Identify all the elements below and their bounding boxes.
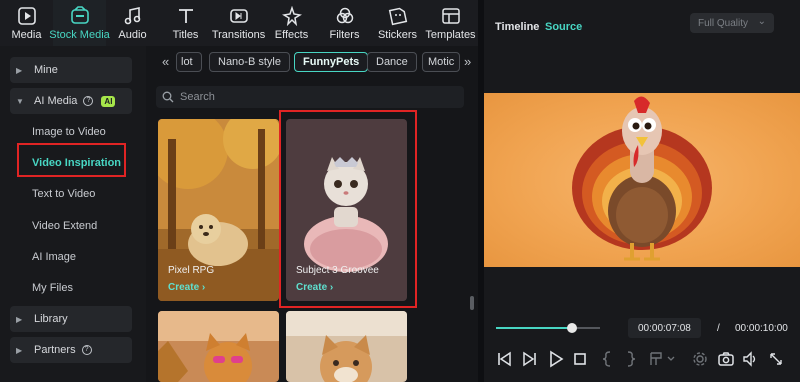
caret-down-icon: ▼ bbox=[16, 96, 24, 106]
ai-badge: AI bbox=[101, 95, 116, 107]
caret-right-icon: ▶ bbox=[16, 314, 23, 324]
previous-frame-icon[interactable] bbox=[496, 350, 512, 368]
tab-source[interactable]: Source bbox=[545, 21, 582, 33]
player-panel: Timeline Source Full Quality ⌄ 00:00:07:… bbox=[484, 0, 800, 382]
tab-stickers[interactable]: Stickers bbox=[371, 0, 424, 46]
sidebar-group-mine[interactable]: ▶ Mine bbox=[10, 57, 132, 83]
sidebar-group-library[interactable]: ▶ Library bbox=[10, 306, 132, 332]
tab-audio[interactable]: Audio bbox=[106, 0, 159, 46]
sidebar-item-ai-image[interactable]: AI Image bbox=[32, 251, 76, 263]
template-card[interactable] bbox=[158, 311, 279, 382]
snapshot-camera-icon[interactable] bbox=[718, 350, 734, 368]
fullscreen-icon[interactable] bbox=[768, 350, 784, 368]
time-separator: / bbox=[717, 322, 720, 334]
sidebar-group-partners[interactable]: ▶ Partners ? bbox=[10, 337, 132, 363]
filter-icon bbox=[336, 7, 353, 24]
quality-dropdown[interactable]: Full Quality ⌄ bbox=[690, 13, 774, 33]
sidebar-group-ai-media-label: AI Media bbox=[34, 95, 78, 107]
tab-timeline[interactable]: Timeline bbox=[495, 21, 539, 33]
chevron-down-icon: ⌄ bbox=[757, 16, 766, 27]
caret-right-icon: ▶ bbox=[16, 65, 23, 75]
chevron-down-icon[interactable] bbox=[666, 350, 676, 368]
tab-media-label: Media bbox=[11, 29, 42, 41]
help-icon[interactable]: ? bbox=[81, 345, 92, 355]
stock-media-content: « lot Nano-B style FunnyPets Dance Motic… bbox=[146, 46, 478, 382]
card-title: Pixel RPG bbox=[168, 265, 215, 276]
template-card-pixel-rpg[interactable]: Pixel RPG Create › bbox=[158, 119, 279, 301]
chevrons-right-icon[interactable]: » bbox=[464, 54, 471, 69]
preview-viewport bbox=[484, 93, 800, 267]
play-icon[interactable] bbox=[548, 350, 564, 368]
sidebar-item-video-extend[interactable]: Video Extend bbox=[32, 220, 97, 232]
settings-icon[interactable] bbox=[692, 350, 708, 368]
next-frame-icon[interactable] bbox=[522, 350, 538, 368]
media-icon bbox=[17, 7, 36, 25]
tab-audio-label: Audio bbox=[118, 29, 147, 41]
tab-transitions[interactable]: Transitions bbox=[212, 0, 265, 46]
sticker-icon bbox=[388, 7, 407, 26]
highlight-box bbox=[279, 110, 417, 308]
create-link[interactable]: Create › bbox=[168, 282, 205, 293]
tab-filters[interactable]: Filters bbox=[318, 0, 371, 46]
tab-titles[interactable]: Titles bbox=[159, 0, 212, 46]
chip-nano-b-style[interactable]: Nano-B style bbox=[209, 52, 290, 72]
scrollbar[interactable] bbox=[470, 296, 474, 310]
insert-icon[interactable] bbox=[648, 350, 664, 368]
chip-funnypets[interactable]: FunnyPets bbox=[294, 52, 369, 72]
current-time: 00:00:07:08 bbox=[628, 318, 701, 338]
stock-media-icon bbox=[70, 6, 89, 24]
stop-icon[interactable] bbox=[572, 350, 588, 368]
category-sidebar: ▶ Mine ▼ AI Media ? AI Image to Video Vi… bbox=[0, 46, 146, 382]
chip-lot[interactable]: lot bbox=[176, 52, 202, 72]
chip-dance[interactable]: Dance bbox=[367, 52, 417, 72]
mark-out-icon[interactable] bbox=[622, 350, 638, 368]
help-icon[interactable]: ? bbox=[83, 96, 94, 106]
sidebar-item-image-to-video[interactable]: Image to Video bbox=[32, 126, 106, 138]
total-time: 00:00:10:00 bbox=[735, 322, 788, 334]
tab-stock-media-label: Stock Media bbox=[49, 29, 110, 41]
playback-slider[interactable] bbox=[496, 323, 600, 333]
sidebar-group-partners-label: Partners bbox=[34, 344, 76, 356]
sidebar-group-library-label: Library bbox=[34, 313, 68, 325]
search-input[interactable]: Search bbox=[156, 86, 464, 108]
caret-right-icon: ▶ bbox=[16, 345, 23, 355]
tab-titles-label: Titles bbox=[172, 29, 199, 41]
sidebar-item-my-files[interactable]: My Files bbox=[32, 282, 73, 294]
template-icon bbox=[441, 8, 460, 24]
text-icon bbox=[178, 9, 193, 23]
category-chips: « lot Nano-B style FunnyPets Dance Motic… bbox=[146, 52, 478, 74]
tab-templates-label: Templates bbox=[425, 29, 476, 41]
volume-icon[interactable] bbox=[742, 350, 758, 368]
card-thumbnail bbox=[286, 311, 407, 382]
sidebar-group-ai-media[interactable]: ▼ AI Media ? AI bbox=[10, 88, 132, 114]
sidebar-group-mine-label: Mine bbox=[34, 64, 58, 76]
tab-effects[interactable]: Effects bbox=[265, 0, 318, 46]
media-toolbar: Media Stock Media Audio Titles Transitio… bbox=[0, 0, 478, 46]
mark-in-icon[interactable] bbox=[600, 350, 616, 368]
turkey-preview-image bbox=[572, 96, 712, 261]
tab-effects-label: Effects bbox=[274, 29, 309, 41]
sidebar-item-text-to-video[interactable]: Text to Video bbox=[32, 188, 95, 200]
quality-value: Full Quality bbox=[698, 17, 749, 29]
card-thumbnail bbox=[158, 311, 279, 382]
tab-templates[interactable]: Templates bbox=[424, 0, 477, 46]
slider-knob[interactable] bbox=[566, 323, 577, 333]
tab-filters-label: Filters bbox=[329, 29, 360, 41]
tab-transitions-label: Transitions bbox=[211, 29, 266, 41]
tab-media[interactable]: Media bbox=[0, 0, 53, 46]
tab-stock-media[interactable]: Stock Media bbox=[49, 0, 110, 46]
create-label: Create bbox=[168, 282, 200, 293]
sparkle-icon bbox=[281, 6, 302, 26]
music-note-icon bbox=[124, 7, 140, 25]
slider-fill bbox=[496, 327, 572, 329]
chevrons-left-icon[interactable]: « bbox=[162, 54, 169, 69]
tab-stickers-label: Stickers bbox=[377, 29, 418, 41]
playback-controls bbox=[496, 350, 792, 370]
template-card[interactable] bbox=[286, 311, 407, 382]
search-placeholder: Search bbox=[180, 91, 215, 103]
search-icon bbox=[162, 91, 174, 103]
transition-icon bbox=[229, 9, 248, 23]
highlight-box bbox=[17, 143, 126, 177]
chip-motion[interactable]: Motic bbox=[422, 52, 460, 72]
